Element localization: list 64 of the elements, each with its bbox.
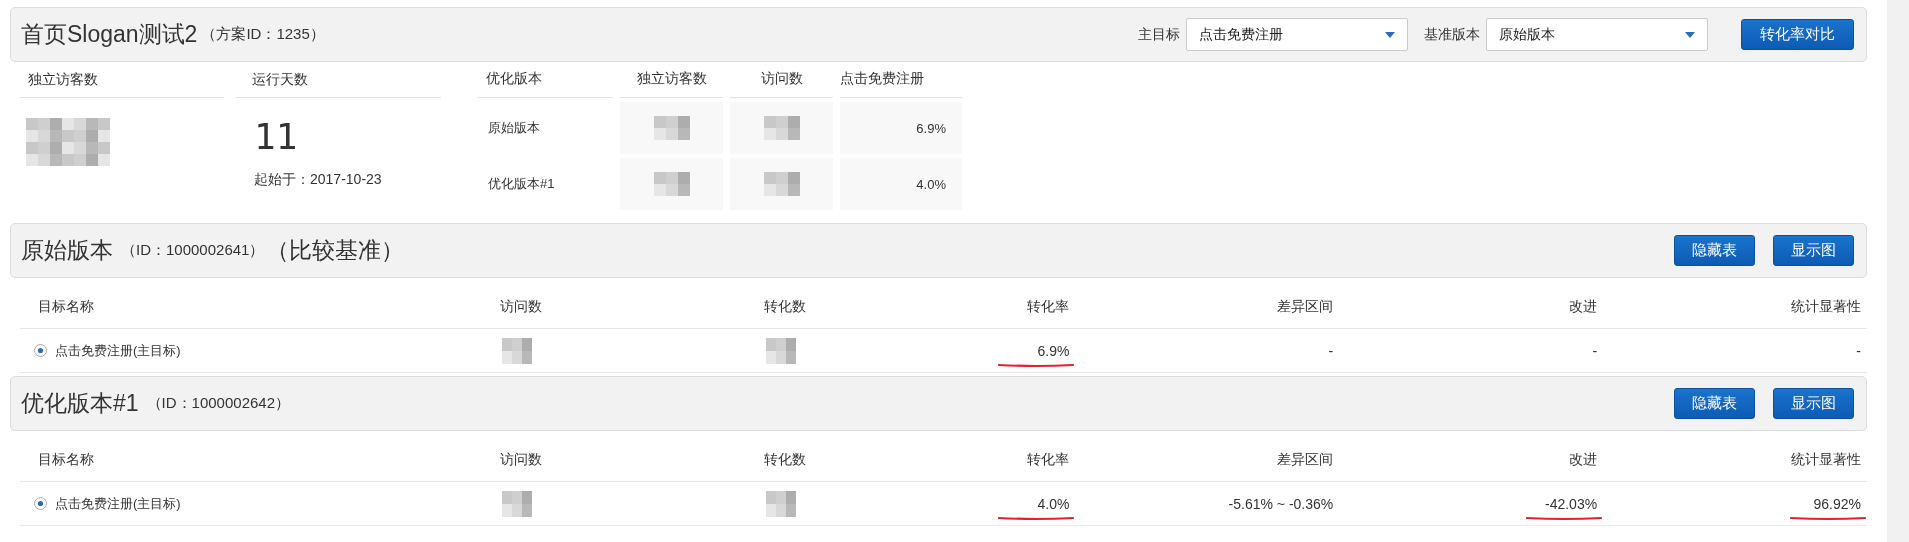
column-heading: 点击免费注册 [840, 62, 962, 98]
table-cell: 96.92% [1813, 495, 1861, 512]
caret-icon [1385, 31, 1395, 38]
redacted-mosaic [501, 490, 532, 517]
column-heading: 转化率 [811, 438, 1076, 482]
redacted-mosaic [765, 337, 796, 364]
version-name: 原始版本 [487, 119, 541, 137]
table-cell: 4.0% [1037, 495, 1070, 512]
hide-table-button[interactable]: 隐藏表 [1674, 388, 1755, 419]
column-heading: 独立访客数 [20, 62, 224, 98]
plan-title: 首页Slogan测试2 [21, 20, 198, 49]
goal-name: 点击免费注册(主目标) [55, 341, 181, 360]
table-cell: 4.0% [840, 158, 962, 210]
section-title: 优化版本#1 [21, 389, 139, 418]
column-heading: 访问数 [283, 285, 548, 329]
column-heading: 转化率 [811, 285, 1076, 329]
redacted-mosaic [653, 172, 690, 196]
start-date: 起始于：2017-10-23 [254, 171, 383, 189]
column-heading: 优化版本 [478, 62, 613, 98]
column-heading: 目标名称 [20, 438, 284, 482]
radio-button[interactable] [34, 497, 47, 510]
table-cell: -42.03% [1545, 495, 1598, 512]
version-id: （ID：1000002641） [121, 241, 265, 260]
goal-name: 点击免费注册(主目标) [55, 494, 181, 513]
table-cell: -5.61% ~ -0.36% [1228, 495, 1334, 512]
column-heading: 运行天数 [236, 62, 441, 98]
table-cell: - [1592, 342, 1598, 359]
column-heading: 访问数 [730, 62, 833, 98]
column-heading: 独立访客数 [620, 62, 723, 98]
table-cell: 6.9% [840, 102, 962, 154]
hide-table-button[interactable]: 隐藏表 [1674, 235, 1755, 266]
column-heading: 差异区间 [1075, 285, 1340, 329]
column-heading: 转化数 [547, 438, 812, 482]
plan-id: （方案ID：1235） [201, 25, 325, 44]
select-label: 主目标 [1138, 25, 1180, 44]
baseline-note: （比较基准） [266, 236, 405, 265]
column-heading: 差异区间 [1075, 438, 1340, 482]
show-chart-button[interactable]: 显示图 [1773, 235, 1854, 266]
version-name: 优化版本#1 [487, 175, 556, 193]
select-label: 基准版本 [1424, 25, 1480, 44]
column-heading: 统计显著性 [1603, 438, 1867, 482]
version-id: （ID：1000002642） [146, 394, 291, 413]
redacted-mosaic [501, 337, 532, 364]
column-heading: 改进 [1339, 438, 1604, 482]
redacted-mosaic [763, 172, 800, 196]
caret-icon [1685, 31, 1695, 38]
column-heading: 统计显著性 [1603, 285, 1867, 329]
column-heading: 改进 [1339, 285, 1604, 329]
section-title: 原始版本 [21, 236, 113, 265]
column-heading: 转化数 [547, 285, 812, 329]
radio-button[interactable] [34, 344, 47, 357]
dropdown-select[interactable]: 点击免费注册 [1186, 18, 1408, 51]
redacted-mosaic [763, 116, 800, 140]
show-chart-button[interactable]: 显示图 [1773, 388, 1854, 419]
column-heading: 目标名称 [20, 285, 284, 329]
redacted-mosaic [765, 490, 796, 517]
days-count: 11 [254, 116, 298, 157]
column-heading: 访问数 [283, 438, 548, 482]
table-cell: 6.9% [1037, 342, 1070, 359]
compare-button[interactable]: 转化率对比 [1741, 19, 1854, 50]
table-cell: - [1856, 342, 1861, 359]
table-cell: - [1328, 342, 1334, 359]
dropdown-select[interactable]: 原始版本 [1486, 18, 1708, 51]
redacted-mosaic [653, 116, 690, 140]
